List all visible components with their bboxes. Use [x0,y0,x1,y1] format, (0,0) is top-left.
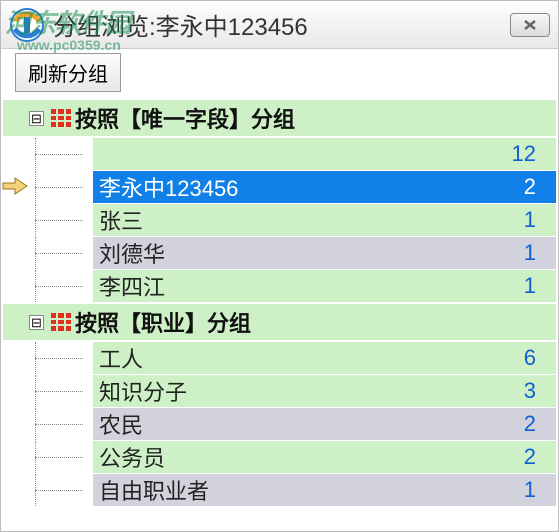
item-count: 2 [524,174,536,200]
item-count: 12 [512,141,536,167]
group-header-occupation[interactable]: ⊟ 按照【职业】分组 [3,304,556,340]
tree-line [3,171,93,203]
grid-icon [51,313,71,331]
group-header-unique-field[interactable]: ⊟ 按照【唯一字段】分组 [3,100,556,136]
app-icon [9,7,45,43]
tree-line [3,342,93,374]
item-count: 3 [524,378,536,404]
expander-icon[interactable]: ⊟ [29,111,44,126]
group-label: 按照【职业】分组 [75,306,251,338]
item-name: 李永中123456 [99,171,238,203]
item-name: 刘德华 [99,237,165,269]
item-count: 2 [524,444,536,470]
item-count: 1 [524,240,536,266]
tree-line [3,408,93,440]
tree-line [3,138,93,170]
item-count: 6 [524,345,536,371]
item-count: 1 [524,207,536,233]
group-label: 按照【唯一字段】分组 [75,102,295,134]
grid-icon [51,109,71,127]
list-item[interactable]: 工人 6 [3,342,556,374]
list-item[interactable]: 自由职业者 1 [3,474,556,506]
window-title: 分组浏览:李永中123456 [53,7,510,42]
list-item[interactable]: 李四江 1 [3,270,556,302]
close-button[interactable] [510,13,550,37]
item-name: 农民 [99,408,143,440]
item-name: 李四江 [99,270,165,302]
tree: ⊟ 按照【唯一字段】分组 12 [1,100,558,506]
close-icon [523,19,537,31]
item-name: 张三 [99,204,143,236]
item-count: 1 [524,477,536,503]
list-item[interactable]: 张三 1 [3,204,556,236]
list-item-selected[interactable]: 李永中123456 2 [3,171,556,203]
expander-icon[interactable]: ⊟ [29,315,44,330]
tree-line [3,375,93,407]
item-name: 工人 [99,342,143,374]
item-count: 1 [524,273,536,299]
item-name: 自由职业者 [99,474,209,506]
tree-line [3,441,93,473]
tree-line [3,237,93,269]
titlebar: 分组浏览:李永中123456 [1,1,558,49]
list-item[interactable]: 农民 2 [3,408,556,440]
list-item[interactable]: 12 [3,138,556,170]
refresh-button[interactable]: 刷新分组 [15,53,121,92]
item-name: 知识分子 [99,375,187,407]
window-frame: 河东软件园 www.pc0359.cn 分组浏览:李永中123456 刷新分组 … [0,0,559,532]
item-count: 2 [524,411,536,437]
tree-line [3,204,93,236]
tree-line [3,474,93,506]
content-area[interactable]: 刷新分组 ⊟ 按照【唯一字段】分组 12 [1,49,558,531]
list-item[interactable]: 刘德华 1 [3,237,556,269]
item-name: 公务员 [99,441,165,473]
tree-line [3,270,93,302]
list-item[interactable]: 知识分子 3 [3,375,556,407]
list-item[interactable]: 公务员 2 [3,441,556,473]
